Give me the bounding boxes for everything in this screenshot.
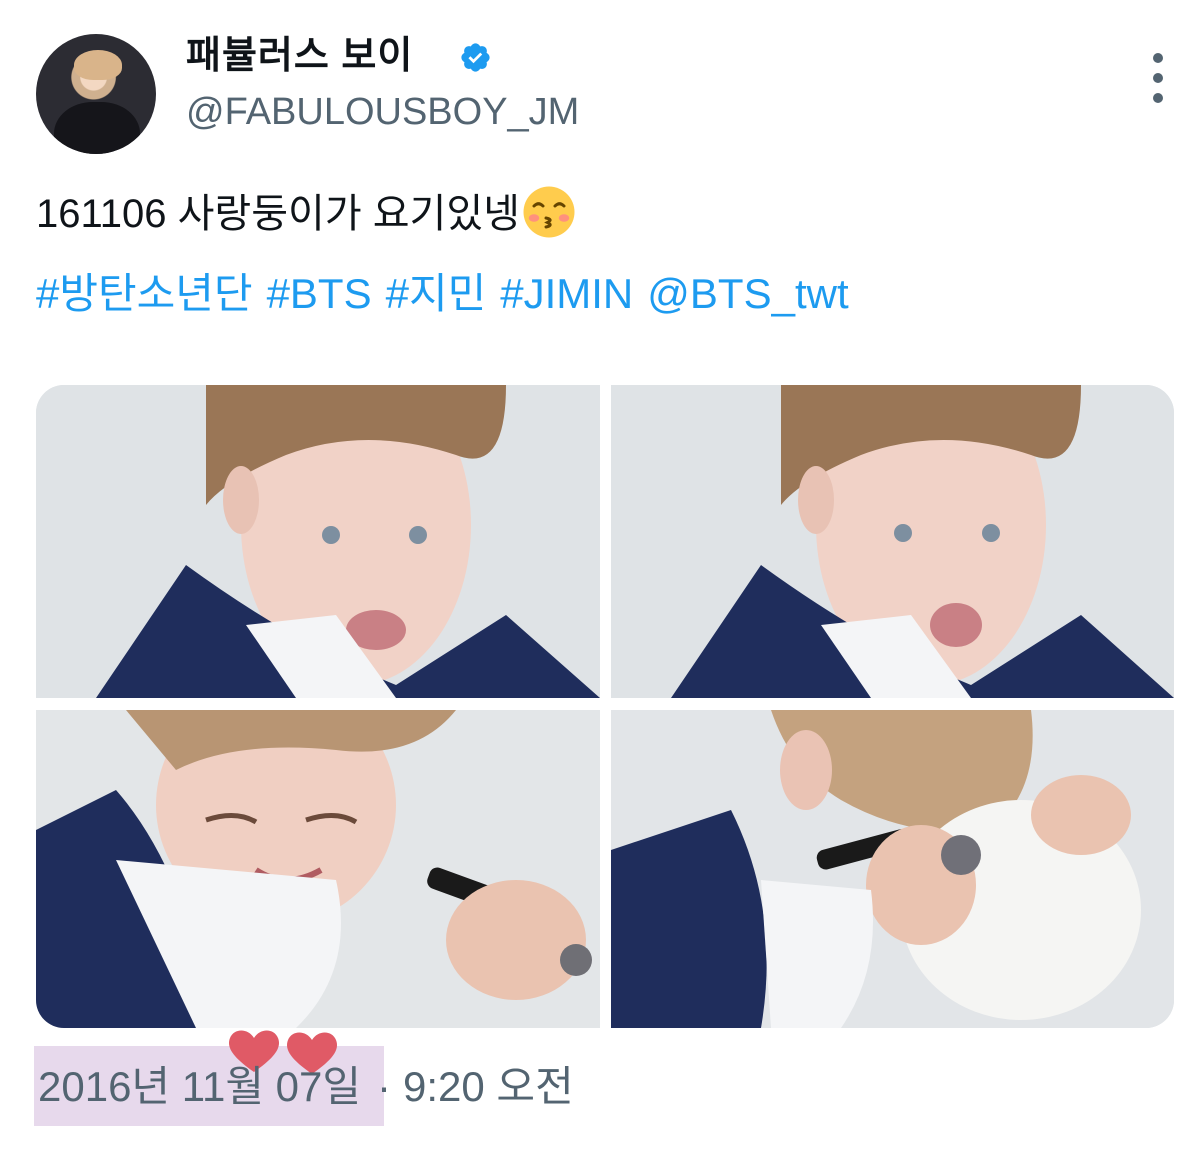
avatar-shoulder: [54, 102, 140, 154]
hashtag-link[interactable]: #BTS: [267, 270, 372, 317]
more-options-icon: [1153, 53, 1163, 103]
photo-image: [36, 385, 600, 698]
photo-image: [611, 710, 1174, 1028]
tweet-text-body: 161106 사랑둥이가 요기있넹: [36, 192, 520, 236]
photo-image: [611, 385, 1174, 698]
tweet-photo[interactable]: [36, 710, 600, 1028]
avatar-hair: [74, 50, 122, 80]
tweet-photo[interactable]: [611, 710, 1174, 1028]
hashtag-link[interactable]: #지민: [386, 270, 487, 317]
mention-link[interactable]: @BTS_twt: [647, 270, 848, 317]
verified-badge-icon: [461, 43, 490, 72]
timestamp-date: 2016년 11월 07일: [38, 1063, 362, 1110]
tweet-tags: #방탄소년단 #BTS #지민 #JIMIN @BTS_twt: [36, 264, 863, 324]
media-grid: [36, 385, 1174, 1028]
photo-image: [36, 710, 600, 1028]
author-handle[interactable]: @FABULOUSBOY_JM: [186, 88, 579, 136]
tweet-timestamp[interactable]: 2016년 11월 07일 · 9:20 오전: [38, 1058, 574, 1116]
tweet-text: 161106 사랑둥이가 요기있넹: [36, 185, 576, 242]
hashtag-link[interactable]: #JIMIN: [500, 270, 633, 317]
author-avatar[interactable]: [36, 34, 156, 154]
timestamp-time: 9:20 오전: [403, 1063, 574, 1110]
author-display-name[interactable]: 패뷸러스 보이: [186, 32, 413, 80]
more-options-button[interactable]: [1130, 40, 1186, 116]
timestamp-separator: ·: [377, 1063, 392, 1110]
tweet-photo[interactable]: [36, 385, 600, 698]
hashtag-link[interactable]: #방탄소년단: [36, 270, 253, 317]
kissing-face-emoji: [523, 186, 575, 238]
tweet-photo[interactable]: [611, 385, 1174, 698]
